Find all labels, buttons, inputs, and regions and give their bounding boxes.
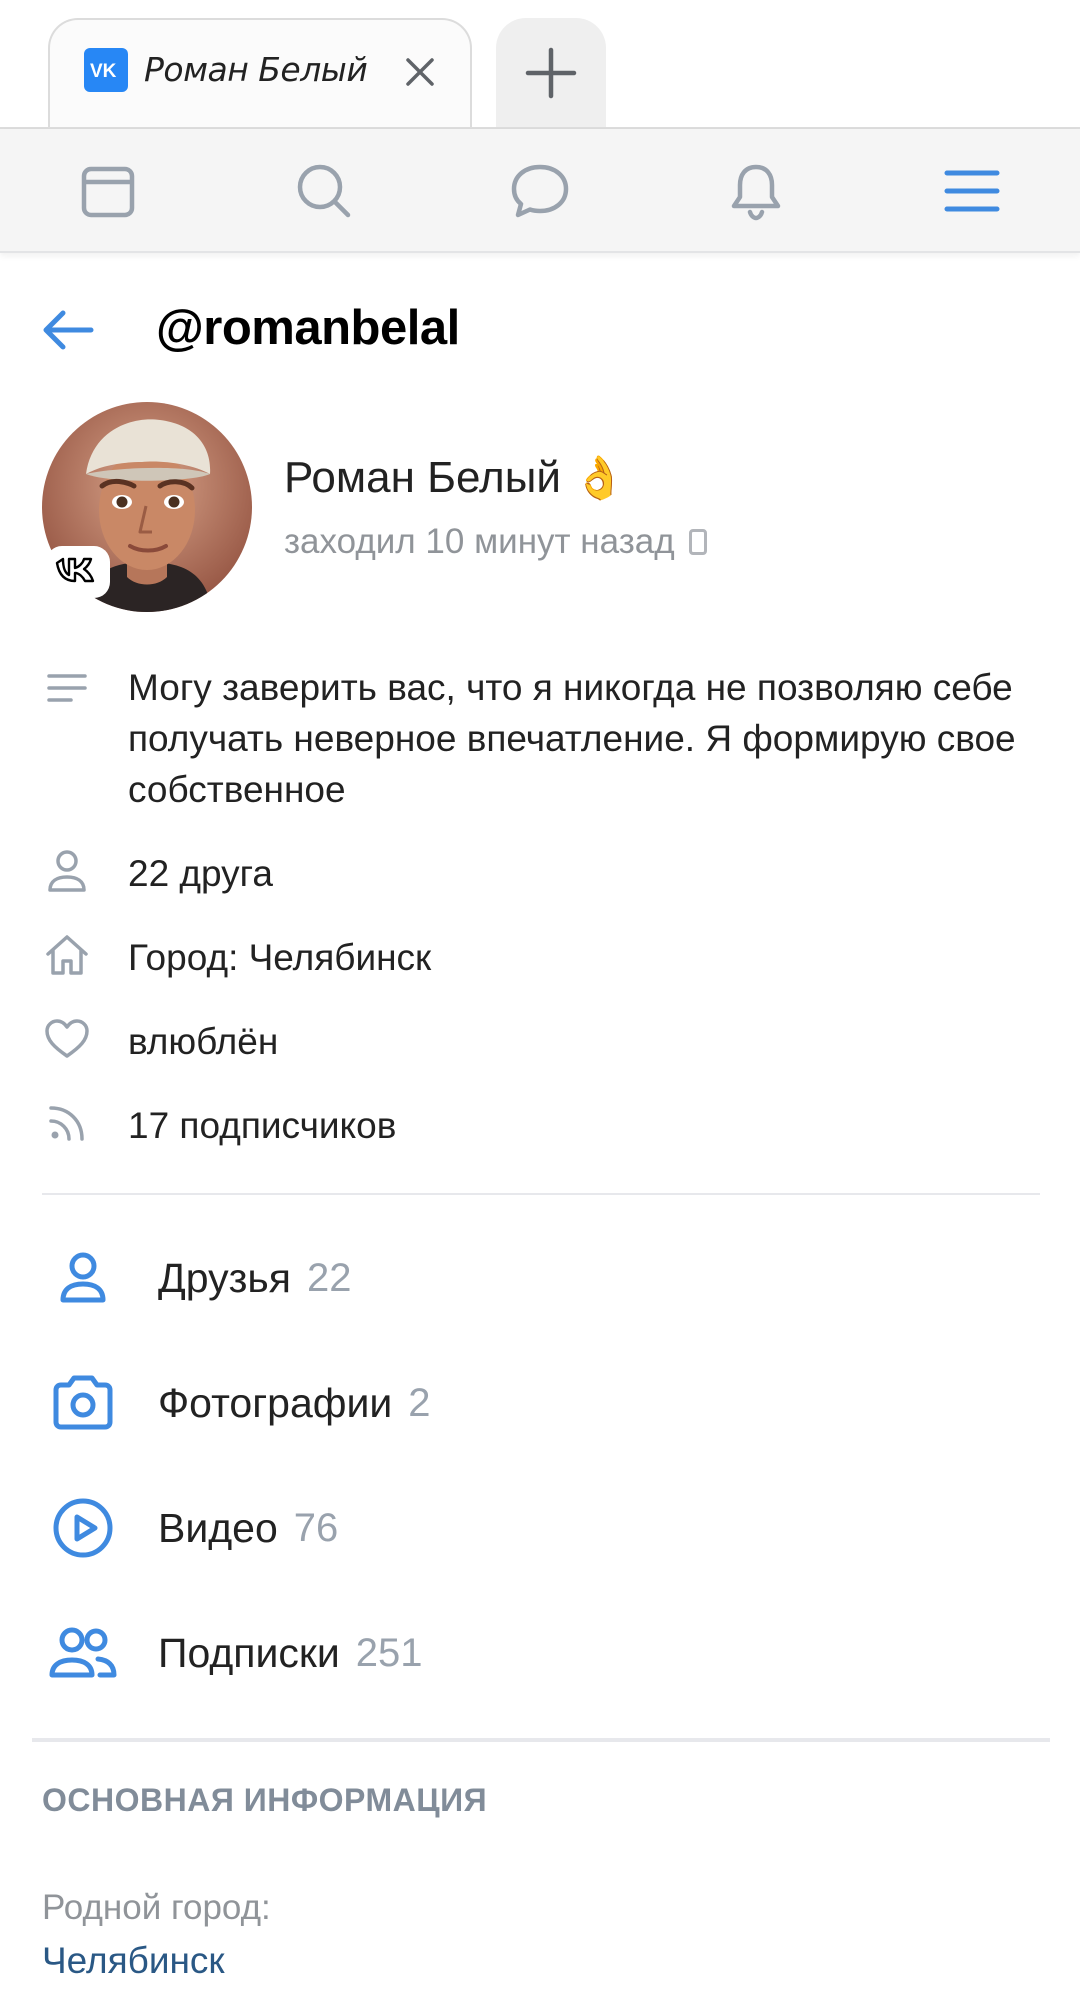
counter-friends[interactable]: Друзья 22: [48, 1238, 948, 1318]
vk-badge-icon: [46, 546, 110, 598]
city-info-text: Город: Челябинск: [128, 937, 432, 978]
status-row: Могу заверить вас, что я никогда не позв…: [44, 662, 1044, 815]
counter-photos[interactable]: Фотографии 2: [48, 1363, 948, 1443]
subscriptions-icon: [48, 1618, 118, 1688]
last-seen-status: заходил 10 минут назад: [284, 522, 707, 562]
search-icon[interactable]: [292, 159, 356, 223]
counter-count: 251: [355, 1630, 423, 1675]
user-icon: [44, 848, 90, 894]
close-tab-icon[interactable]: [400, 52, 440, 92]
status-text: Могу заверить вас, что я никогда не позв…: [128, 667, 1016, 810]
followers-info-text: 17 подписчиков: [128, 1105, 397, 1146]
friends-icon: [48, 1243, 118, 1313]
profile-name: Роман Белый 👌: [284, 453, 625, 503]
last-seen-text: заходил 10 минут назад: [284, 522, 675, 561]
home-icon: [44, 932, 90, 978]
counter-videos[interactable]: Видео 76: [48, 1488, 948, 1568]
counter-count: 76: [293, 1505, 339, 1550]
counter-label: Подписки: [158, 1629, 340, 1676]
counter-subscriptions[interactable]: Подписки 251: [48, 1613, 948, 1693]
counter-label: Друзья: [158, 1254, 291, 1301]
followers-info-row[interactable]: 17 подписчиков: [44, 1100, 1044, 1151]
counter-count: 2: [408, 1380, 431, 1425]
counter-count: 22: [306, 1255, 352, 1300]
page-title: @romanbelal: [156, 301, 460, 355]
vk-logo-icon: VK: [84, 48, 128, 92]
section-title: ОСНОВНАЯ ИНФОРМАЦИЯ: [42, 1782, 488, 1818]
hometown-link[interactable]: Челябинск: [42, 1940, 225, 1982]
city-info-row[interactable]: Город: Челябинск: [44, 932, 1044, 983]
heart-icon: [44, 1016, 90, 1062]
friends-info-row[interactable]: 22 друга: [44, 848, 1044, 899]
top-navigation-bar: [0, 129, 1080, 253]
mobile-device-icon: [688, 529, 707, 555]
counter-label: Фотографии: [158, 1379, 393, 1426]
ok-hand-emoji: 👌: [573, 454, 626, 501]
menu-icon[interactable]: [940, 159, 1004, 223]
section-divider: [42, 1193, 1040, 1195]
profile-name-text: Роман Белый: [284, 453, 561, 502]
camera-icon: [48, 1368, 118, 1438]
new-tab-button[interactable]: [496, 18, 606, 128]
status-text-icon: [44, 665, 90, 711]
svg-text:VK: VK: [90, 61, 117, 81]
feed-icon[interactable]: [76, 159, 140, 223]
relationship-info-row: влюблён: [44, 1016, 1044, 1067]
messages-icon[interactable]: [508, 159, 572, 223]
friends-info-text: 22 друга: [128, 853, 273, 894]
rss-icon: [44, 1100, 90, 1146]
tab-title: Роман Белый: [144, 50, 368, 89]
counter-label: Видео: [158, 1504, 278, 1551]
video-icon: [48, 1493, 118, 1563]
section-separator: [32, 1738, 1050, 1742]
back-arrow-icon[interactable]: [38, 300, 98, 360]
relationship-info-text: влюблён: [128, 1021, 279, 1062]
notifications-icon[interactable]: [724, 159, 788, 223]
browser-tab-strip: VK Роман Белый: [0, 0, 1080, 129]
plus-icon: [525, 47, 577, 99]
hometown-label: Родной город:: [42, 1888, 271, 1927]
browser-tab[interactable]: VK Роман Белый: [48, 18, 472, 129]
